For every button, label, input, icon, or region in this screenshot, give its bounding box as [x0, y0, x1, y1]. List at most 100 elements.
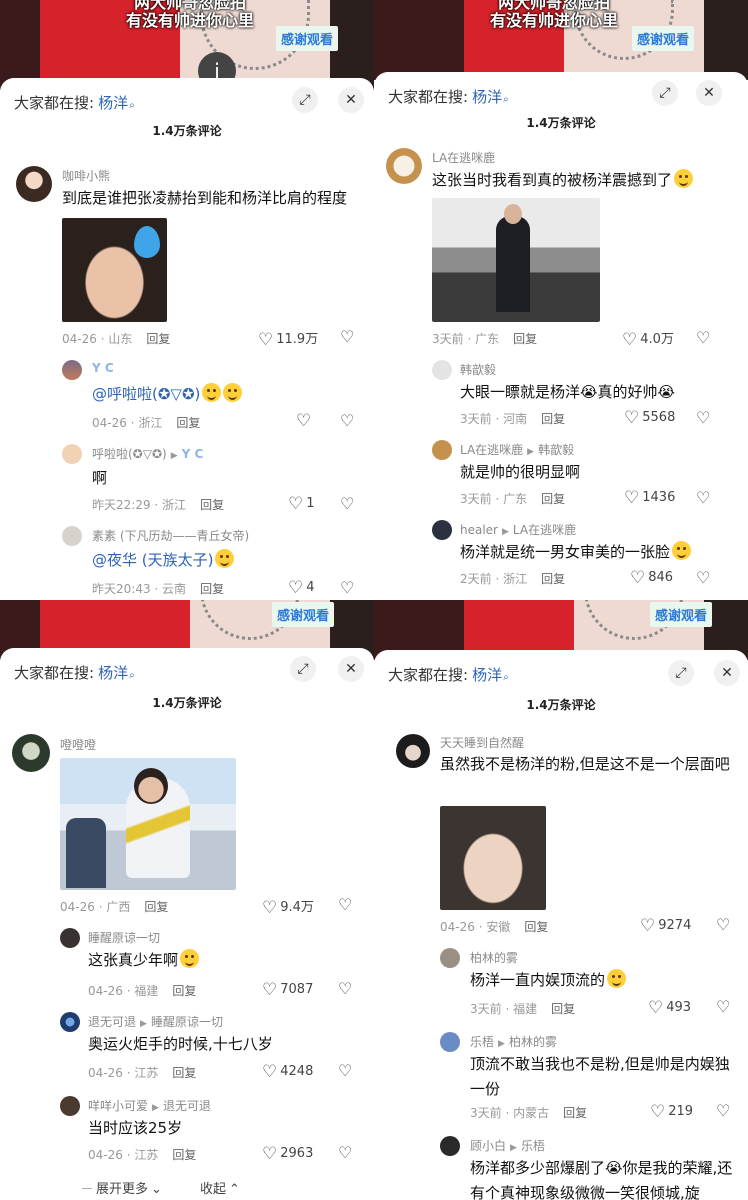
dislike-icon[interactable]: ♡ — [696, 568, 710, 587]
username-text[interactable]: 退无可退 — [88, 1015, 136, 1029]
comment-image[interactable] — [62, 218, 167, 322]
comment-username[interactable]: Y C — [92, 361, 114, 375]
comment-username[interactable]: healer ▶ LA在逃咪鹿 — [460, 521, 576, 538]
comment-image[interactable] — [440, 806, 546, 910]
dislike-icon[interactable]: ♡ — [340, 411, 354, 430]
reply-button[interactable]: 回复 — [172, 1066, 196, 1080]
like-button[interactable]: ♡ 219 — [650, 1102, 693, 1122]
close-icon[interactable]: ✕ — [338, 656, 364, 682]
comment-username[interactable]: 韩歆毅 — [460, 361, 496, 378]
mention-text[interactable]: @呼啦啦(✪▽✪) — [92, 385, 200, 403]
fullscreen-icon[interactable]: ⤢ — [668, 660, 694, 686]
username-text[interactable]: LA在逃咪鹿 — [460, 443, 523, 457]
reply-button[interactable]: 回复 — [541, 492, 565, 506]
reply-button[interactable]: 回复 — [144, 900, 168, 914]
dislike-icon[interactable]: ♡ — [340, 327, 354, 346]
comment-username[interactable]: 天天睡到自然醒 — [440, 734, 524, 751]
like-button[interactable]: ♡ 7087 — [262, 980, 313, 1000]
avatar[interactable] — [12, 734, 50, 772]
search-keyword[interactable]: 杨洋 — [98, 94, 128, 112]
avatar[interactable] — [62, 444, 82, 464]
reply-to-user[interactable]: Y C — [182, 447, 204, 461]
fullscreen-icon[interactable]: ⤢ — [290, 656, 316, 682]
fullscreen-icon[interactable]: ⤢ — [292, 87, 318, 113]
dislike-icon[interactable]: ♡ — [716, 1101, 730, 1120]
like-button[interactable]: ♡ 4.0万 — [622, 328, 674, 350]
like-button[interactable]: ♡ 1436 — [624, 488, 675, 508]
comment-username[interactable]: 素素 (下凡历劫——青丘女帝) — [92, 527, 249, 544]
dislike-icon[interactable]: ♡ — [340, 494, 354, 513]
like-button[interactable]: ♡ 493 — [648, 998, 691, 1018]
avatar[interactable] — [16, 166, 52, 202]
avatar[interactable] — [60, 1012, 80, 1032]
avatar[interactable] — [396, 734, 430, 768]
close-icon[interactable]: ✕ — [714, 660, 740, 686]
reply-button[interactable]: 回复 — [541, 412, 565, 426]
comment-image[interactable] — [432, 198, 600, 322]
avatar[interactable] — [60, 1096, 80, 1116]
search-keyword[interactable]: 杨洋 — [472, 666, 502, 684]
dislike-icon[interactable]: ♡ — [338, 1061, 352, 1080]
reply-button[interactable]: 回复 — [176, 416, 200, 430]
dislike-icon[interactable]: ♡ — [696, 488, 710, 507]
reply-to-user[interactable]: 韩歆毅 — [538, 443, 574, 457]
comment-username[interactable]: 睡醒原谅一切 — [88, 929, 160, 946]
like-button[interactable]: ♡ 846 — [630, 568, 673, 588]
mention-text[interactable]: @夜华 (天族太子) — [92, 551, 213, 569]
search-suggestion[interactable]: 大家都在搜: 杨洋⌕ — [14, 662, 135, 683]
avatar[interactable] — [386, 148, 422, 184]
dislike-icon[interactable]: ♡ — [696, 408, 710, 427]
reply-button[interactable]: 回复 — [524, 920, 548, 934]
dislike-icon[interactable]: ♡ — [696, 328, 710, 347]
like-button[interactable]: ♡ 4 — [288, 578, 315, 598]
like-button[interactable]: ♡ 5568 — [624, 408, 675, 428]
comment-username[interactable]: 咩咩小可爱 ▶ 退无可退 — [88, 1097, 211, 1114]
comment-username[interactable]: 噔噔噔 — [60, 736, 96, 753]
like-button[interactable]: ♡ 1 — [288, 494, 315, 514]
expand-more-button[interactable]: 展开更多 ⌄ — [82, 1178, 162, 1197]
reply-button[interactable]: 回复 — [146, 332, 170, 346]
comment-username[interactable]: 咖啡小熊 — [62, 167, 110, 184]
comment-image[interactable] — [60, 758, 236, 890]
reply-to-user[interactable]: 退无可退 — [163, 1099, 211, 1113]
reply-button[interactable]: 回复 — [200, 582, 224, 596]
comment-username[interactable]: LA在逃咪鹿 ▶ 韩歆毅 — [460, 441, 574, 458]
reply-button[interactable]: 回复 — [172, 984, 196, 998]
close-icon[interactable]: ✕ — [696, 80, 722, 106]
like-button[interactable]: ♡ — [296, 411, 314, 431]
search-suggestion[interactable]: 大家都在搜: 杨洋⌕ — [388, 664, 509, 685]
search-keyword[interactable]: 杨洋 — [472, 88, 502, 106]
username-text[interactable]: 乐梧 — [470, 1035, 494, 1049]
avatar[interactable] — [432, 520, 452, 540]
reply-button[interactable]: 回复 — [172, 1148, 196, 1162]
reply-button[interactable]: 回复 — [563, 1106, 587, 1120]
like-button[interactable]: ♡ 9.4万 — [262, 896, 314, 918]
dislike-icon[interactable]: ♡ — [716, 997, 730, 1016]
comment-username[interactable]: LA在逃咪鹿 — [432, 149, 495, 166]
comment-username[interactable]: 柏林的雾 — [470, 949, 518, 966]
reply-to-user[interactable]: 乐梧 — [521, 1139, 545, 1153]
dislike-icon[interactable]: ♡ — [340, 578, 354, 597]
reply-button[interactable]: 回复 — [551, 1002, 575, 1016]
like-button[interactable]: ♡ 2963 — [262, 1144, 313, 1164]
search-suggestion[interactable]: 大家都在搜: 杨洋⌕ — [14, 92, 135, 113]
avatar[interactable] — [60, 928, 80, 948]
reply-to-user[interactable]: LA在逃咪鹿 — [513, 523, 576, 537]
comment-username[interactable]: 退无可退 ▶ 睡醒原谅一切 — [88, 1013, 223, 1030]
like-button[interactable]: ♡ 4248 — [262, 1062, 313, 1082]
avatar[interactable] — [440, 1032, 460, 1052]
search-suggestion[interactable]: 大家都在搜: 杨洋⌕ — [388, 86, 509, 107]
dislike-icon[interactable]: ♡ — [716, 915, 730, 934]
like-button[interactable]: ♡ 9274 — [640, 916, 691, 936]
avatar[interactable] — [62, 526, 82, 546]
avatar[interactable] — [62, 360, 82, 380]
dislike-icon[interactable]: ♡ — [338, 895, 352, 914]
avatar[interactable] — [440, 1136, 460, 1156]
avatar[interactable] — [432, 440, 452, 460]
comment-username[interactable]: 乐梧 ▶ 柏林的雾 — [470, 1033, 557, 1050]
search-keyword[interactable]: 杨洋 — [98, 664, 128, 682]
fullscreen-icon[interactable]: ⤢ — [652, 80, 678, 106]
reply-to-user[interactable]: 柏林的雾 — [509, 1035, 557, 1049]
dislike-icon[interactable]: ♡ — [338, 979, 352, 998]
username-text[interactable]: 顾小白 — [470, 1139, 506, 1153]
